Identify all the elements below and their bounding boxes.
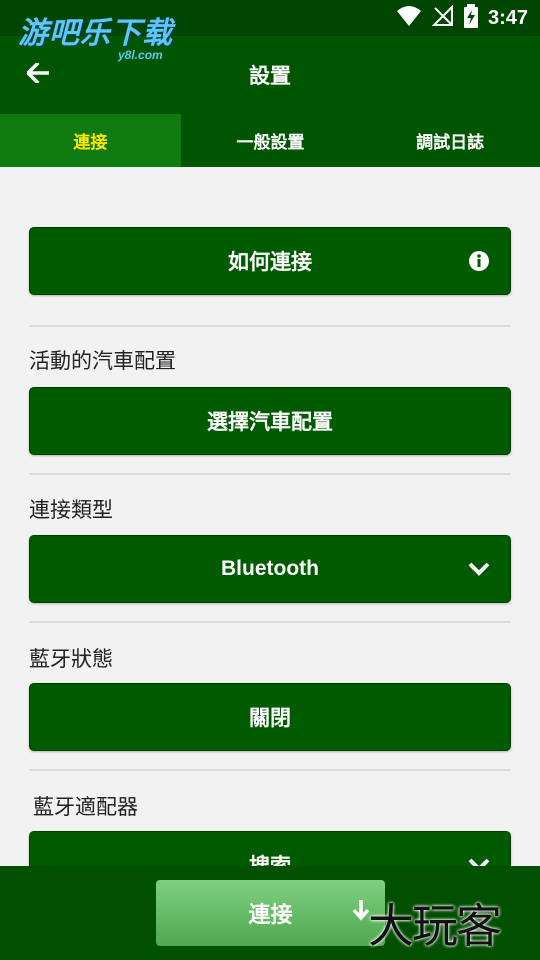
watermark-logo: 游吧乐下载 y8l.com (18, 17, 173, 63)
bottom-bar: 連接 大玩客 (0, 866, 540, 960)
watermark-text: 游吧乐下载 (18, 17, 173, 50)
tab-bar: 連接 一般設置 調試日誌 (0, 114, 540, 167)
divider (29, 769, 511, 771)
bluetooth-adapter-value: 搜索 (249, 854, 291, 866)
connect-label: 連接 (248, 903, 293, 928)
bluetooth-adapter-label: 藍牙適配器 (33, 795, 138, 819)
divider (29, 473, 511, 475)
connect-button[interactable]: 連接 (156, 880, 385, 946)
tab-connect[interactable]: 連接 (0, 114, 181, 167)
page-title: 設置 (249, 64, 291, 88)
settings-content[interactable]: 如何連接 活動的汽車配置 選擇汽車配置 連接類型 Bluetooth 藍牙狀態 … (0, 167, 540, 866)
how-to-connect-button[interactable]: 如何連接 (29, 227, 511, 295)
bluetooth-state-label: 藍牙狀態 (29, 647, 113, 671)
select-car-config-button[interactable]: 選擇汽車配置 (29, 387, 511, 455)
status-icons: 3:47 (396, 0, 528, 36)
how-to-connect-label: 如何連接 (228, 250, 312, 274)
chevron-down-icon (468, 562, 490, 576)
watermark-dawanke: 大玩客 (368, 899, 502, 953)
divider (29, 621, 511, 623)
select-car-config-label: 選擇汽車配置 (207, 410, 333, 434)
watermark-sub: y8l.com (118, 48, 163, 62)
wifi-icon (396, 5, 422, 31)
tab-general-settings[interactable]: 一般設置 (181, 114, 361, 167)
no-signal-icon (431, 4, 454, 31)
battery-charging-icon (463, 4, 478, 32)
tab-debug-log[interactable]: 調試日誌 (360, 114, 540, 167)
bluetooth-state-value: 關閉 (249, 706, 291, 730)
connection-type-label: 連接類型 (29, 498, 113, 522)
status-time: 3:47 (487, 6, 528, 29)
bluetooth-adapter-dropdown[interactable]: 搜索 (29, 831, 511, 866)
connection-type-value: Bluetooth (221, 557, 319, 580)
divider (29, 325, 511, 327)
connection-type-dropdown[interactable]: Bluetooth (29, 535, 511, 603)
chevron-down-icon (468, 858, 490, 866)
active-car-config-label: 活動的汽車配置 (29, 349, 176, 373)
info-icon (468, 250, 490, 272)
bluetooth-state-button[interactable]: 關閉 (29, 683, 511, 751)
